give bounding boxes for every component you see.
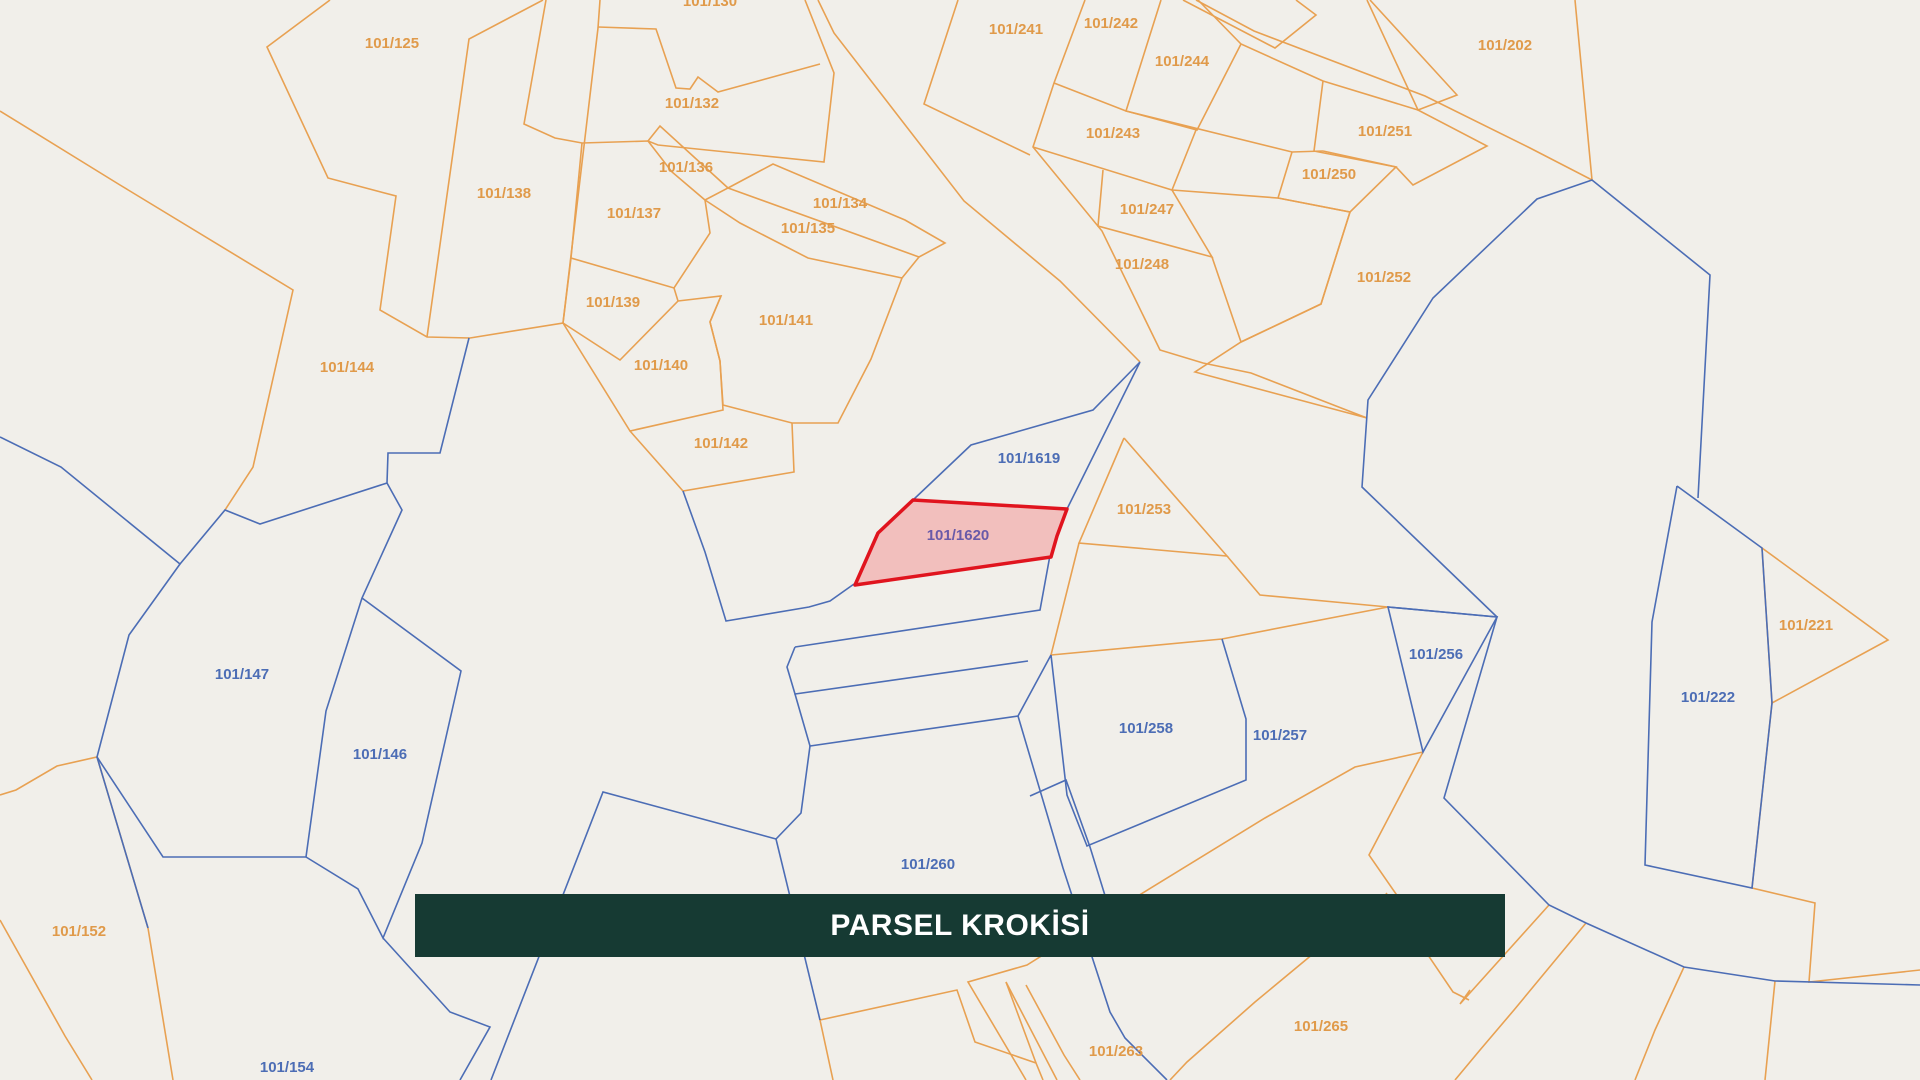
parcel-label[interactable]: 101/222 xyxy=(1681,689,1735,706)
parcel-label[interactable]: 101/125 xyxy=(365,35,419,52)
parcel-label[interactable]: 101/144 xyxy=(320,359,375,376)
parcel-label[interactable]: 101/136 xyxy=(659,159,713,176)
boundary-se-d xyxy=(1764,980,1776,1080)
boundary-west-road xyxy=(96,756,149,929)
parcel-label[interactable]: 101/258 xyxy=(1119,720,1173,737)
parcel-label[interactable]: 101/141 xyxy=(759,312,813,329)
boundary-se-c xyxy=(1634,966,1685,1080)
boundary-101-257 xyxy=(1386,606,1499,755)
boundary-101-258-top xyxy=(1049,542,1389,656)
parcel-label[interactable]: 101/257 xyxy=(1253,727,1307,744)
boundary-101-130-inner xyxy=(597,26,821,93)
title-banner: PARSEL KROKİSİ xyxy=(415,894,1505,957)
parcel-label[interactable]: 101/263 xyxy=(1089,1043,1143,1060)
parcel-label[interactable]: 101/135 xyxy=(781,220,835,237)
parcel-label[interactable]: 101/252 xyxy=(1357,269,1411,286)
parcel-label[interactable]: 101/250 xyxy=(1302,166,1356,183)
parcel-label[interactable]: 101/253 xyxy=(1117,501,1171,518)
boundary-101-222 xyxy=(1644,485,1773,889)
parcel-label[interactable]: 101/243 xyxy=(1086,125,1140,142)
boundary-101-263 xyxy=(819,989,1044,1080)
parcel-label[interactable]: 101/221 xyxy=(1779,617,1833,634)
parcel-label-selected[interactable]: 101/1620 xyxy=(927,527,990,544)
boundary-101-253-b xyxy=(1226,555,1389,608)
parcel-label[interactable]: 101/137 xyxy=(607,205,661,222)
parcel-label[interactable]: 101/241 xyxy=(989,21,1043,38)
parcel-label[interactable]: 101/247 xyxy=(1120,201,1174,218)
parcel-label[interactable]: 101/244 xyxy=(1155,53,1210,70)
boundary-101-253 xyxy=(1077,437,1229,557)
parcel-label[interactable]: 101/138 xyxy=(477,185,531,202)
boundary-101-141 xyxy=(709,277,903,424)
parcel-label[interactable]: 101/248 xyxy=(1115,256,1169,273)
parcel-label[interactable]: 101/146 xyxy=(353,746,407,763)
boundary-101-132 xyxy=(523,0,835,163)
boundary-101-138 xyxy=(426,0,601,339)
boundary-strip-2 xyxy=(786,646,1029,695)
parcel-label[interactable]: 101/260 xyxy=(901,856,955,873)
parcel-label[interactable]: 101/1619 xyxy=(998,450,1061,467)
parcel-label[interactable]: 101/132 xyxy=(665,95,719,112)
boundary-strip-3 xyxy=(794,654,1052,747)
boundary-se-e xyxy=(1751,887,1920,983)
boundary-101-152 xyxy=(0,756,174,1080)
boundary-101-251-top xyxy=(1182,0,1318,49)
boundary-101-146 xyxy=(305,597,462,940)
parcel-label[interactable]: 101/202 xyxy=(1478,37,1532,54)
boundary-north-left xyxy=(0,110,294,511)
parcel-label[interactable]: 101/130 xyxy=(683,0,737,10)
parcel-label[interactable]: 101/251 xyxy=(1358,123,1412,140)
boundary-101-142 xyxy=(629,422,795,492)
boundary-101-1619 xyxy=(912,361,1141,510)
boundary-101-248 xyxy=(1211,197,1352,344)
parcel-label[interactable]: 101/242 xyxy=(1084,15,1138,32)
boundary-101-1620-row xyxy=(682,490,855,622)
parcel-label[interactable]: 101/152 xyxy=(52,923,106,940)
boundary-101-154 xyxy=(382,937,492,1080)
boundary-101-251 xyxy=(1197,0,1489,186)
parcel-label[interactable]: 101/154 xyxy=(260,1059,315,1076)
boundary-road-a xyxy=(817,0,1141,363)
boundary-101-263-b xyxy=(819,981,1081,1080)
boundary-101-152-left xyxy=(0,919,93,1080)
parcel-label[interactable]: 101/147 xyxy=(215,666,269,683)
parcel-label[interactable]: 101/265 xyxy=(1294,1018,1348,1035)
boundary-east-block xyxy=(1361,179,1711,618)
parcel-label[interactable]: 101/139 xyxy=(586,294,640,311)
boundary-101-258 xyxy=(1050,638,1247,848)
boundary-101-252 xyxy=(1193,211,1368,419)
boundary-101-202 xyxy=(1366,0,1459,112)
parcel-label[interactable]: 101/140 xyxy=(634,357,688,374)
parcel-label[interactable]: 101/256 xyxy=(1409,646,1463,663)
parcel-label[interactable]: 101/142 xyxy=(694,435,748,452)
parcel-label[interactable]: 101/134 xyxy=(813,195,868,212)
boundary-101-144 xyxy=(0,337,470,566)
